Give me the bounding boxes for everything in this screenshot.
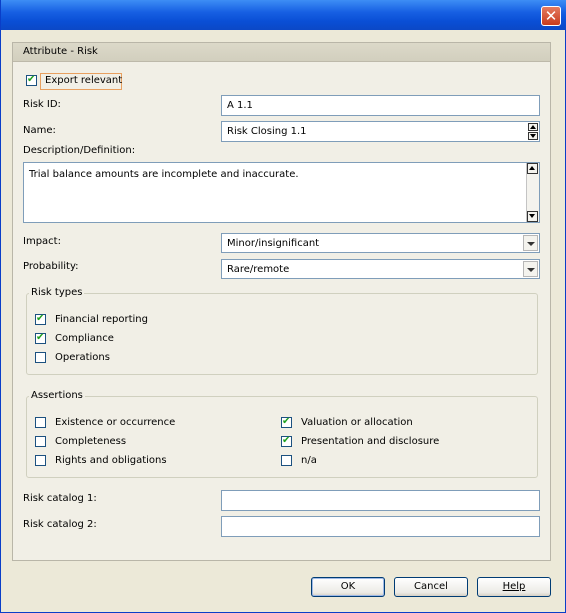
scroll-down-button[interactable]: [527, 211, 538, 222]
name-label: Name:: [23, 125, 56, 136]
completeness-checkbox[interactable]: [35, 436, 46, 447]
existence-label: Existence or occurrence: [55, 417, 176, 428]
compliance-label: Compliance: [55, 333, 114, 344]
chevron-down-icon[interactable]: [523, 261, 538, 277]
risk-id-value: A 1.1: [227, 100, 253, 111]
panel-title: Attribute - Risk: [23, 46, 98, 57]
valuation-checkbox[interactable]: [281, 416, 292, 428]
risk-id-label: Risk ID:: [23, 99, 61, 110]
arrow-down-icon: [530, 134, 536, 138]
chevron-down-icon[interactable]: [523, 235, 538, 251]
compliance-checkbox[interactable]: [35, 332, 46, 344]
name-field[interactable]: Risk Closing 1.1: [221, 121, 540, 142]
arrow-down-icon: [529, 214, 535, 218]
description-value: Trial balance amounts are incomplete and…: [29, 169, 299, 180]
title-bar: ✕: [1, 0, 566, 30]
risk-id-field[interactable]: A 1.1: [221, 95, 540, 116]
impact-value: Minor/insignificant: [227, 238, 320, 249]
help-button[interactable]: Help: [477, 577, 551, 597]
name-value: Risk Closing 1.1: [227, 126, 307, 137]
completeness-label: Completeness: [55, 436, 127, 447]
arrow-up-icon: [530, 125, 536, 129]
description-textarea[interactable]: Trial balance amounts are incomplete and…: [23, 162, 540, 223]
panel-header: Attribute - Risk: [13, 43, 550, 62]
assertions-group: Assertions Existence or occurrence Compl…: [26, 390, 538, 478]
presentation-checkbox[interactable]: [281, 435, 292, 447]
description-label: Description/Definition:: [23, 145, 136, 156]
financial-reporting-label: Financial reporting: [55, 314, 148, 325]
spin-up-button[interactable]: [528, 123, 538, 131]
operations-label: Operations: [55, 352, 110, 363]
financial-reporting-checkbox[interactable]: [35, 313, 46, 325]
rights-obligations-checkbox[interactable]: [35, 455, 46, 466]
ok-button[interactable]: OK: [311, 577, 385, 597]
description-scrollbar[interactable]: [526, 163, 539, 222]
valuation-label: Valuation or allocation: [301, 417, 413, 428]
operations-checkbox[interactable]: [35, 352, 46, 363]
risk-types-group: Risk types Financial reporting Complianc…: [26, 287, 538, 375]
spin-down-button[interactable]: [528, 132, 538, 140]
scroll-up-button[interactable]: [527, 163, 538, 174]
rights-obligations-label: Rights and obligations: [55, 455, 167, 466]
dialog-window: ✕ Attribute - Risk Export relevant Risk …: [0, 0, 566, 613]
risk-types-title: Risk types: [29, 287, 85, 298]
impact-select[interactable]: Minor/insignificant: [221, 233, 540, 253]
close-icon[interactable]: ✕: [541, 6, 561, 26]
impact-label: Impact:: [23, 236, 61, 247]
presentation-label: Presentation and disclosure: [301, 436, 440, 447]
cancel-button[interactable]: Cancel: [394, 577, 468, 597]
existence-checkbox[interactable]: [35, 417, 46, 428]
risk-catalog-1-label: Risk catalog 1:: [23, 493, 97, 504]
na-label: n/a: [301, 455, 317, 466]
risk-catalog-2-field[interactable]: [221, 516, 540, 537]
attribute-panel: Attribute - Risk Export relevant Risk ID…: [12, 42, 551, 561]
arrow-up-icon: [529, 166, 535, 170]
risk-catalog-1-field[interactable]: [221, 490, 540, 511]
assertions-title: Assertions: [29, 390, 85, 401]
probability-label: Probability:: [23, 261, 79, 272]
export-relevant-checkbox[interactable]: [26, 74, 37, 86]
na-checkbox[interactable]: [281, 455, 292, 466]
probability-select[interactable]: Rare/remote: [221, 259, 540, 279]
risk-catalog-2-label: Risk catalog 2:: [23, 519, 97, 530]
probability-value: Rare/remote: [227, 264, 290, 275]
export-relevant-label: Export relevant: [45, 75, 123, 86]
